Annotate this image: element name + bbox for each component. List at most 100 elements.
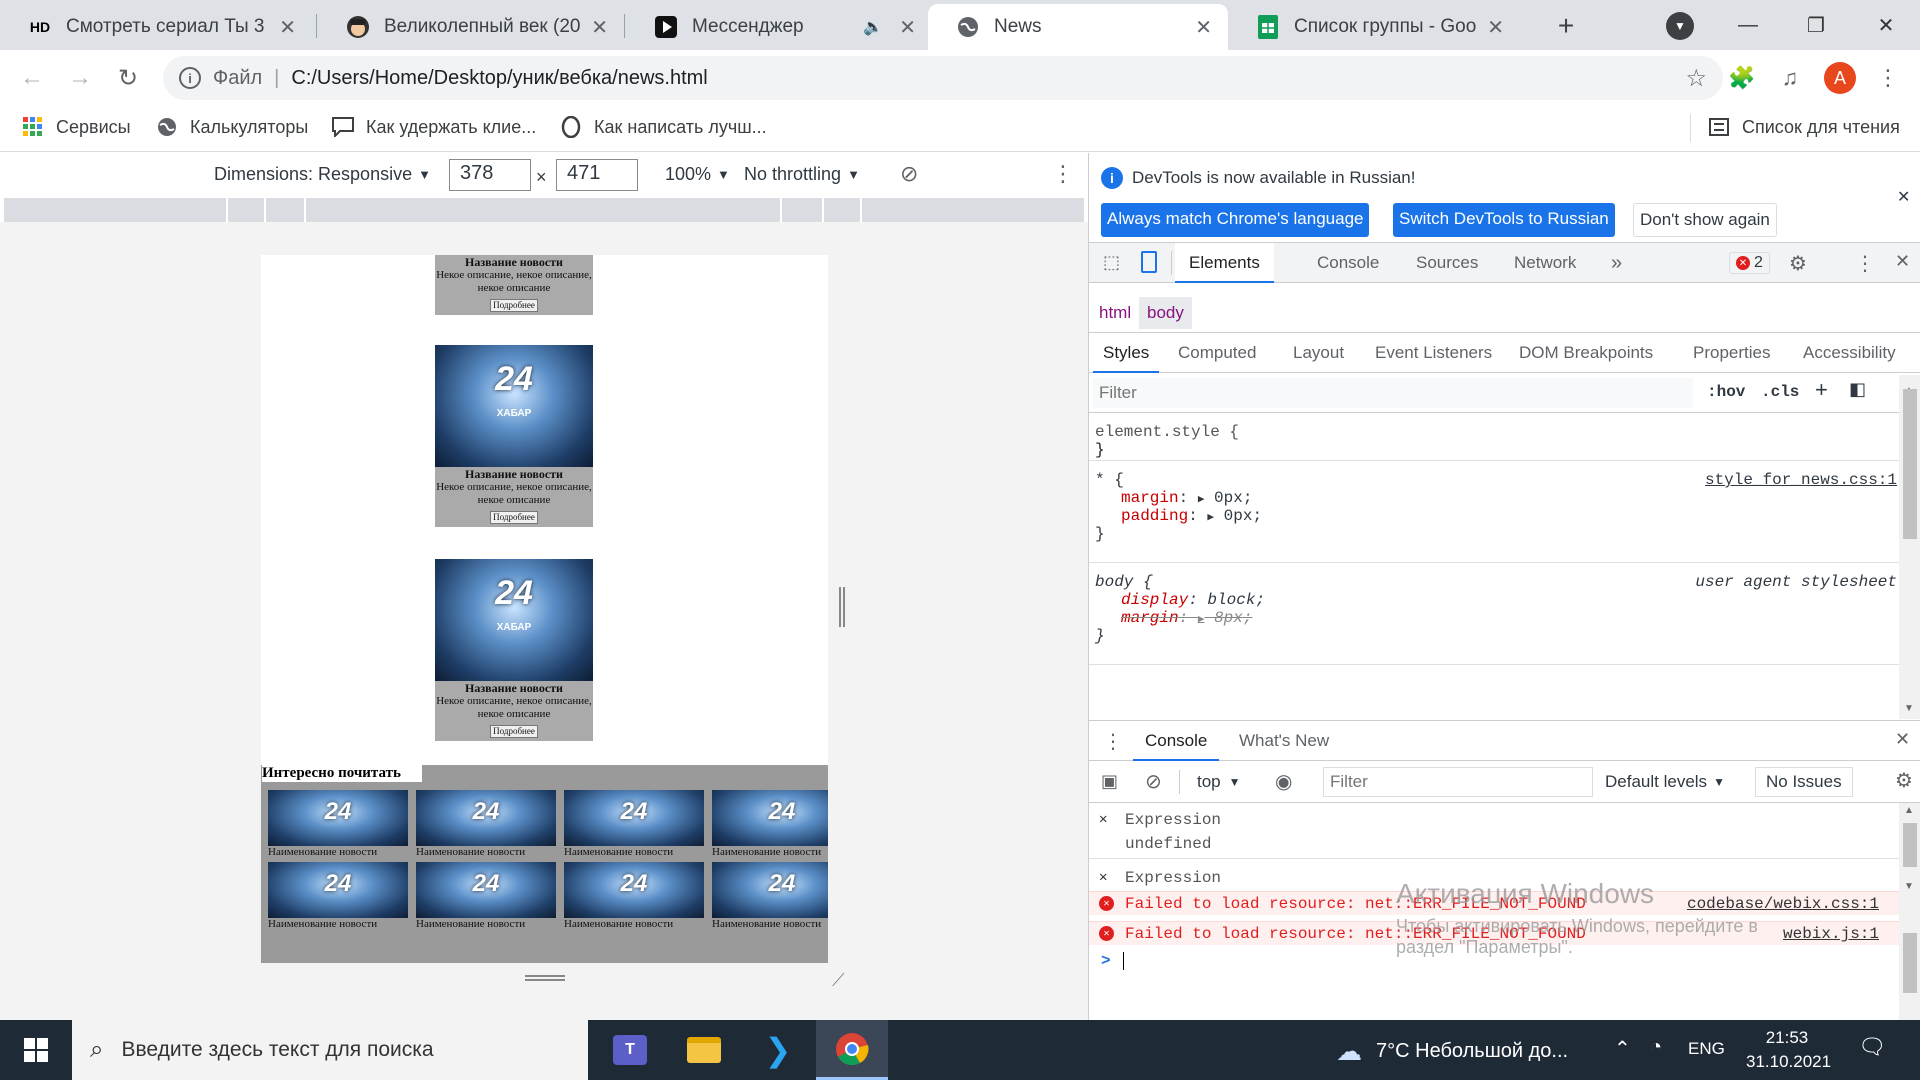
levels-dropdown[interactable]: Default levels ▼ <box>1605 772 1725 792</box>
url-text[interactable]: C:/Users/Home/Desktop/уник/вебка/news.ht… <box>291 67 707 90</box>
cls-toggle[interactable]: .cls <box>1761 383 1799 401</box>
thumb-item[interactable]: 24 Наименование новости <box>268 862 408 931</box>
drawer-menu-icon[interactable]: ⋮ <box>1103 729 1123 754</box>
console-error[interactable]: ✕ Failed to load resource: net::ERR_FILE… <box>1089 891 1899 915</box>
console-scrollbar[interactable]: ▲ ▼ <box>1899 803 1920 1021</box>
subtab-event-listeners[interactable]: Event Listeners <box>1375 333 1492 373</box>
wifi-icon[interactable]: ◔ <box>1650 1036 1662 1059</box>
more-button[interactable]: Подробнее <box>490 299 538 312</box>
switch-russian-button[interactable]: Switch DevTools to Russian <box>1393 203 1615 237</box>
subtab-styles[interactable]: Styles <box>1093 333 1160 373</box>
emulated-page[interactable]: Название новости Некое описание, некое о… <box>261 255 828 963</box>
error-source-link[interactable]: codebase/webix.css:1 <box>1687 895 1879 913</box>
forward-icon[interactable]: → <box>62 60 98 96</box>
thumb-item[interactable]: 24 Наименование новости <box>564 790 704 859</box>
devtools-menu-icon[interactable]: ⋮ <box>1855 251 1875 276</box>
restore-icon[interactable]: ❐ <box>1782 0 1850 50</box>
live-expression[interactable]: ✕ Expression undefined <box>1089 803 1899 859</box>
live-expression[interactable]: ✕ Expression <box>1089 865 1899 891</box>
tab-messenger[interactable]: Мессенджер 🔈 ✕ <box>626 4 932 50</box>
vscode-icon[interactable]: ❯ <box>742 1020 814 1080</box>
tab-console[interactable]: Console <box>1317 243 1379 283</box>
issues-button[interactable]: No Issues <box>1755 767 1853 797</box>
styles-filter-input[interactable] <box>1093 378 1693 408</box>
more-button[interactable]: Подробнее <box>490 725 538 738</box>
bottom-resize-handle[interactable] <box>525 975 565 981</box>
thumb-item[interactable]: 24 Наименование новости <box>712 862 828 931</box>
reload-icon[interactable]: ↻ <box>110 60 146 96</box>
thumb-item[interactable]: 24 Наименование новости <box>564 862 704 931</box>
subtab-accessibility[interactable]: Accessibility <box>1803 333 1896 373</box>
rule-source-link[interactable]: style_for_news.css:1 <box>1705 471 1897 489</box>
error-source-link[interactable]: webix.js:1 <box>1783 925 1879 943</box>
bookmark-services[interactable]: Сервисы <box>22 116 131 138</box>
menu-icon[interactable]: ⋮ <box>1870 60 1906 96</box>
thumb-item[interactable]: 24 Наименование новости <box>268 790 408 859</box>
close-drawer-icon[interactable]: ✕ <box>1895 729 1910 750</box>
tab-network[interactable]: Network <box>1514 243 1576 283</box>
minimize-icon[interactable]: — <box>1714 0 1782 50</box>
media-query-segment[interactable] <box>306 198 782 222</box>
media-query-segment[interactable] <box>824 198 862 222</box>
media-query-segment[interactable] <box>266 198 306 222</box>
close-icon[interactable]: ✕ <box>899 15 916 40</box>
corner-resize-handle[interactable]: ⟋ <box>832 970 845 991</box>
new-tab-button[interactable]: + <box>1548 8 1584 44</box>
breadcrumb-html[interactable]: html <box>1099 303 1131 323</box>
more-options-icon[interactable]: ⋮ <box>1052 161 1074 187</box>
thumb-item[interactable]: 24 Наименование новости <box>712 790 828 859</box>
remove-expression-icon[interactable]: ✕ <box>1099 869 1107 886</box>
thumb-item[interactable]: 24 Наименование новости <box>416 862 556 931</box>
console-filter-input[interactable] <box>1323 767 1593 797</box>
file-explorer-icon[interactable] <box>668 1020 740 1080</box>
device-toggle-icon[interactable] <box>1141 251 1157 273</box>
breadcrumb-body[interactable]: body <box>1139 297 1192 329</box>
window-close-icon[interactable]: ✕ <box>1852 0 1920 50</box>
tab-search-icon[interactable]: ▼ <box>1666 12 1694 40</box>
tab-serial[interactable]: HD Смотреть сериал Ты 3 се ✕ <box>0 4 312 50</box>
star-rule[interactable]: * { style_for_news.css:1 margin: ▶ 0px; … <box>1089 461 1899 563</box>
css-property-overridden[interactable]: margin: ▶ 8px; <box>1095 609 1899 627</box>
hov-toggle[interactable]: :hov <box>1707 383 1745 401</box>
weather-widget[interactable]: ☁ 7°C Небольшой до... <box>1336 1036 1568 1067</box>
thumb-item[interactable]: 24 Наименование новости <box>416 790 556 859</box>
close-icon[interactable]: ✕ <box>591 15 608 40</box>
taskbar-search[interactable]: ⌕ Введите здесь текст для поиска <box>72 1020 588 1080</box>
right-resize-handle[interactable] <box>839 587 845 627</box>
language-indicator[interactable]: ENG <box>1688 1039 1725 1059</box>
toggle-sidebar-icon[interactable]: ◧ <box>1849 379 1866 400</box>
remove-expression-icon[interactable]: ✕ <box>1099 811 1107 828</box>
clear-console-icon[interactable]: ⊘ <box>1145 769 1162 794</box>
media-query-segment[interactable] <box>782 198 824 222</box>
clock[interactable]: 21:53 31.10.2021 <box>1746 1026 1831 1074</box>
close-infobar-icon[interactable]: ✕ <box>1897 187 1910 207</box>
close-icon[interactable]: ✕ <box>1487 15 1504 40</box>
media-query-segment[interactable] <box>4 198 228 222</box>
teams-icon[interactable]: T <box>594 1020 666 1080</box>
notifications-icon[interactable]: 🗨 <box>1858 1034 1886 1060</box>
reading-list[interactable]: Список для чтения <box>1708 116 1900 138</box>
tray-chevron-up-icon[interactable]: ⌃ <box>1614 1036 1631 1061</box>
media-query-segment[interactable] <box>228 198 266 222</box>
tab-vek[interactable]: Великолепный век (2011) ✕ <box>318 4 624 50</box>
info-icon[interactable]: i <box>179 67 201 89</box>
bookmark-retain[interactable]: Как удержать клие... <box>332 116 536 138</box>
tab-news[interactable]: News ✕ <box>928 4 1228 50</box>
tab-sources[interactable]: Sources <box>1416 243 1478 283</box>
css-property[interactable]: display: block; <box>1095 591 1899 609</box>
subtab-layout[interactable]: Layout <box>1293 333 1344 373</box>
media-icon[interactable]: ♫ <box>1772 60 1808 96</box>
extensions-icon[interactable]: 🧩 <box>1724 60 1760 96</box>
console-prompt[interactable]: > <box>1089 949 1899 975</box>
bookmark-write[interactable]: Как написать лучш... <box>560 116 767 138</box>
drawer-tab-whats-new[interactable]: What's New <box>1239 721 1329 761</box>
star-icon[interactable]: ☆ <box>1685 64 1707 93</box>
error-badge[interactable]: ✕ 2 <box>1729 252 1770 274</box>
subtab-properties[interactable]: Properties <box>1693 333 1770 373</box>
dimensions-dropdown[interactable]: Dimensions: Responsive ▼ <box>214 164 431 185</box>
styles-scrollbar[interactable]: ▲ ▼ <box>1899 375 1920 719</box>
width-input[interactable]: 378 <box>449 159 531 191</box>
dont-show-button[interactable]: Don't show again <box>1633 203 1777 237</box>
console-settings-icon[interactable]: ⚙ <box>1895 768 1913 793</box>
sidebar-toggle-icon[interactable]: ▣ <box>1101 771 1118 792</box>
